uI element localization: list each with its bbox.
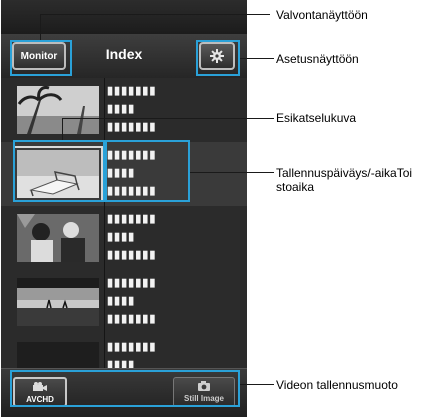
info-line: ▮▮▮▮▮▮▮ <box>107 85 157 97</box>
list-item[interactable]: ▮▮▮▮▮▮▮ ▮▮▮▮ ▮▮▮▮▮▮▮ <box>1 270 247 335</box>
recording-datetime: ▮▮▮▮▮▮▮ ▮▮▮▮ ▮▮▮▮▮▮▮ <box>107 210 237 264</box>
video-thumbnail[interactable] <box>17 86 99 134</box>
recording-datetime: ▮▮▮▮▮▮▮ ▮▮▮▮ ▮▮▮▮▮▮▮ <box>107 274 237 328</box>
annotation-settings: Asetusnäyttöön <box>276 52 359 66</box>
recording-datetime: ▮▮▮▮▮▮▮ ▮▮▮▮ <box>107 338 237 368</box>
info-line: ▮▮▮▮ <box>107 295 136 307</box>
leader-line <box>240 384 274 385</box>
settings-highlight <box>196 40 240 76</box>
annotation-preview: Esikatselukuva <box>276 111 357 125</box>
info-line: ▮▮▮▮▮▮▮ <box>107 121 157 133</box>
datetime-highlight <box>105 140 190 202</box>
leader-line <box>62 118 274 119</box>
leader-line <box>190 172 274 173</box>
video-thumbnail[interactable] <box>17 278 99 326</box>
leader-line <box>40 14 270 15</box>
info-line: ▮▮▮▮▮▮▮ <box>107 277 157 289</box>
row-divider <box>104 334 105 368</box>
video-thumbnail[interactable] <box>17 342 99 368</box>
video-list: ▮▮▮▮▮▮▮ ▮▮▮▮ ▮▮▮▮▮▮▮ ▮▮▮▮▮▮▮ ▮▮▮▮ ▮▮▮▮▮▮… <box>1 78 247 369</box>
leader-line <box>62 118 63 140</box>
info-line: ▮▮▮▮▮▮▮ <box>107 313 157 325</box>
page-title: Index <box>105 46 143 62</box>
row-divider <box>104 78 105 142</box>
leader-line <box>240 58 274 59</box>
info-line: ▮▮▮▮▮▮▮ <box>107 341 157 353</box>
list-item[interactable]: ▮▮▮▮▮▮▮ ▮▮▮▮ <box>1 334 247 369</box>
info-line: ▮▮▮▮ <box>107 103 136 115</box>
preview-highlight <box>13 140 105 202</box>
format-highlight <box>10 370 240 407</box>
info-line: ▮▮▮▮▮▮▮ <box>107 249 157 261</box>
video-thumbnail[interactable] <box>17 214 99 262</box>
annotation-datetime: Tallennuspäiväys/-aikaToi stoaika <box>276 166 413 194</box>
status-strip <box>1 0 247 34</box>
leader-line <box>40 14 41 40</box>
row-divider <box>104 270 105 334</box>
annotation-monitor: Valvontanäyttöön <box>276 8 368 22</box>
annotation-format: Videon tallennusmuoto <box>276 378 398 392</box>
monitor-highlight <box>10 40 72 76</box>
list-item[interactable]: ▮▮▮▮▮▮▮ ▮▮▮▮ ▮▮▮▮▮▮▮ <box>1 78 247 143</box>
row-divider <box>104 206 105 270</box>
list-item[interactable]: ▮▮▮▮▮▮▮ ▮▮▮▮ ▮▮▮▮▮▮▮ <box>1 206 247 271</box>
recording-datetime: ▮▮▮▮▮▮▮ ▮▮▮▮ ▮▮▮▮▮▮▮ <box>107 82 237 136</box>
info-line: ▮▮▮▮▮▮▮ <box>107 213 157 225</box>
info-line: ▮▮▮▮ <box>107 231 136 243</box>
